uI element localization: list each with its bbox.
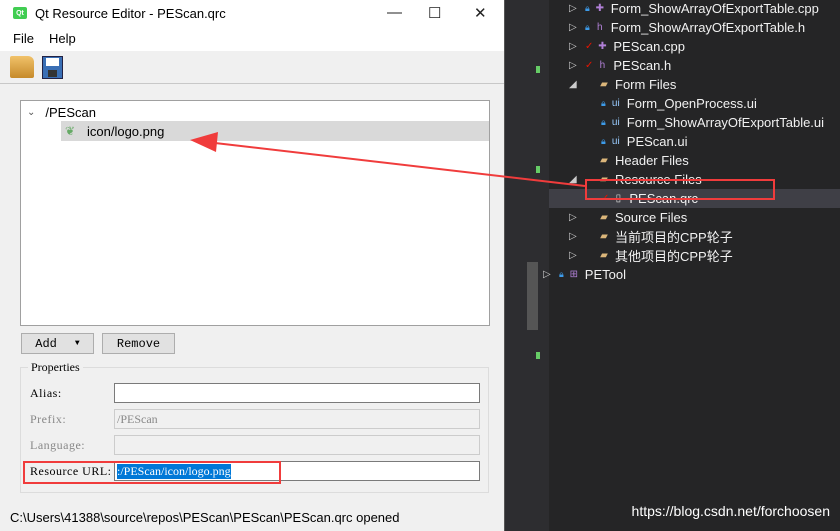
watermark: https://blog.csdn.net/forchoosen <box>631 503 830 519</box>
annotation-arrow <box>190 132 586 187</box>
annotation-box <box>585 179 775 200</box>
